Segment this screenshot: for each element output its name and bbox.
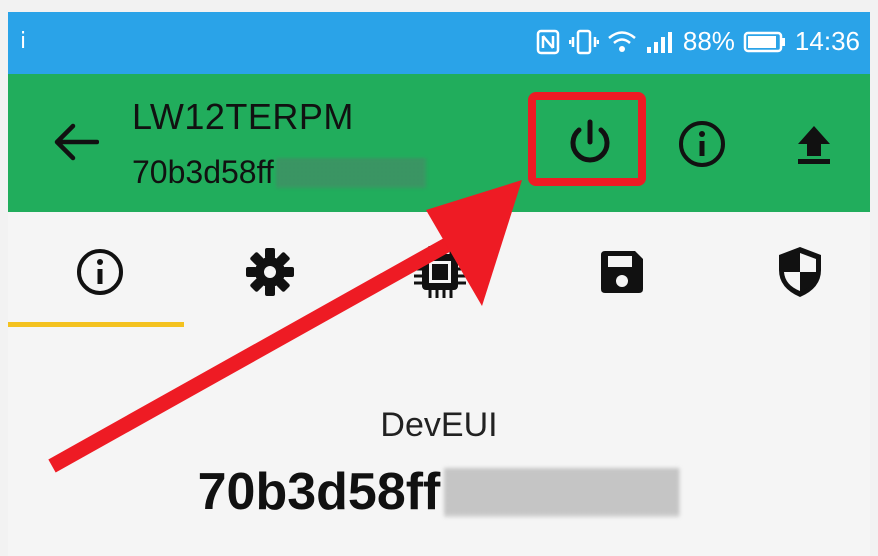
tab-info[interactable]: [50, 232, 150, 312]
status-time: 14:36: [794, 26, 860, 56]
tab-bar: [8, 212, 870, 340]
deveui-label: DevEUI: [380, 406, 498, 444]
info-icon: [679, 121, 725, 167]
shield-icon: [779, 247, 821, 297]
wifi-icon: [607, 29, 637, 55]
gear-icon: [246, 248, 294, 296]
phone-screen: ⅰ 88% 14:36 LW12TERPM 70b3d58ff DevEUI 7…: [8, 12, 870, 556]
highlight-box: [528, 92, 646, 186]
signal-icon: [645, 29, 675, 55]
back-button[interactable]: [48, 114, 104, 170]
chip-icon: [414, 246, 466, 298]
deveui-value: 70b3d58ff: [8, 462, 870, 522]
tab-save[interactable]: [572, 232, 672, 312]
redacted-blur: [444, 468, 681, 516]
status-bar: ⅰ 88% 14:36: [8, 12, 870, 74]
app-bar: LW12TERPM 70b3d58ff: [8, 74, 870, 212]
battery-percent: 88%: [682, 26, 735, 56]
device-subtitle: 70b3d58ff: [132, 154, 426, 191]
tab-security[interactable]: [750, 232, 850, 312]
upload-icon: [798, 126, 830, 164]
main-content: DevEUI 70b3d58ff: [8, 340, 870, 556]
back-arrow-icon: [54, 123, 99, 161]
vibrate-icon: [568, 28, 599, 56]
tab-hardware[interactable]: [390, 232, 490, 312]
subtitle-text: 70b3d58ff: [132, 154, 274, 190]
redacted-blur: [275, 157, 426, 188]
status-left-indicator: ⅰ: [20, 28, 27, 53]
info-icon: [77, 249, 123, 295]
save-icon: [601, 251, 643, 293]
battery-icon: [743, 30, 787, 54]
tab-settings[interactable]: [220, 232, 320, 312]
device-title: LW12TERPM: [132, 96, 354, 137]
nfc-icon: [535, 28, 561, 56]
upload-button[interactable]: [784, 114, 844, 174]
info-button[interactable]: [672, 114, 732, 174]
active-tab-indicator: [8, 322, 184, 327]
deveui-value-text: 70b3d58ff: [197, 463, 441, 521]
status-icons: 88% 14:36: [535, 26, 860, 57]
